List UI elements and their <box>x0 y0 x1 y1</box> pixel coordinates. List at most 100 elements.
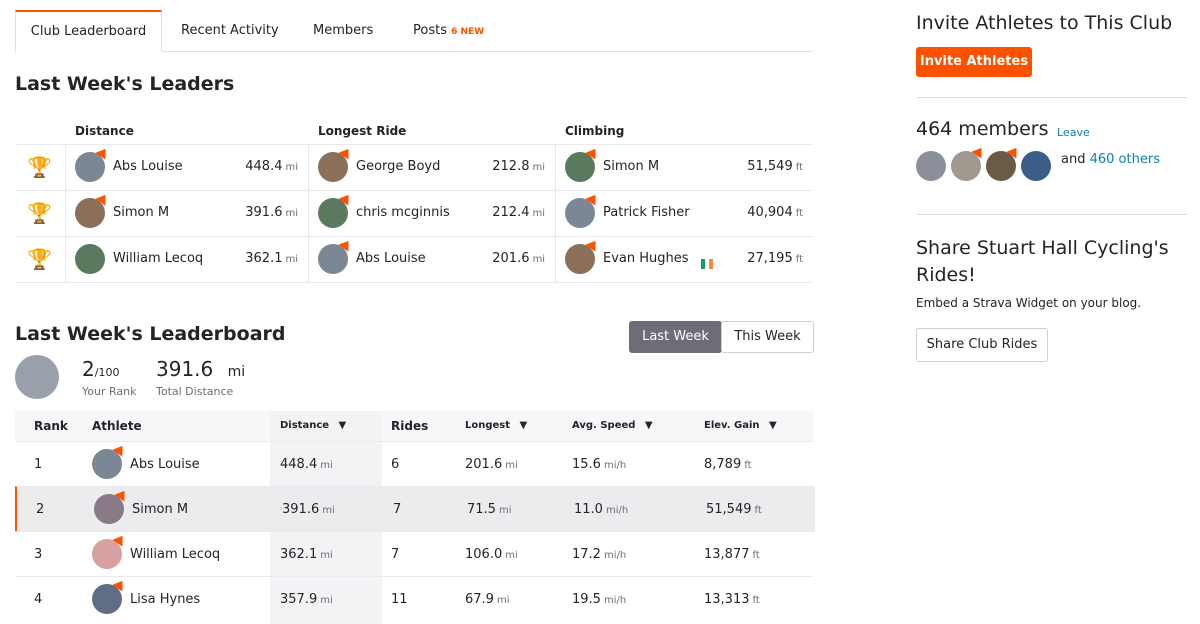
athlete-avatar[interactable] <box>565 237 601 274</box>
distance-cell: 448.4 mi <box>280 442 333 487</box>
athlete-name[interactable]: Lisa Hynes <box>130 577 200 622</box>
this-week-toggle[interactable]: This Week <box>721 321 814 353</box>
value-number: 106.0 <box>465 547 503 562</box>
share-club-rides-button[interactable]: Share Club Rides <box>916 328 1048 362</box>
speed-cell: 19.5 mi/h <box>572 577 626 622</box>
value-unit: mi <box>498 505 512 516</box>
rides-cell: 7 <box>393 487 401 532</box>
rides-cell: 11 <box>391 577 408 622</box>
header-elev-gain[interactable]: Elev. Gain ▼ <box>704 411 777 441</box>
value-unit: mi <box>285 254 298 265</box>
member-avatar[interactable] <box>1021 151 1051 181</box>
badge-icon <box>338 145 354 160</box>
rank-cell: 2 <box>36 502 45 517</box>
badge-icon <box>1006 144 1022 159</box>
athlete-avatar[interactable] <box>318 237 354 274</box>
divider <box>916 214 1188 215</box>
athlete-avatar[interactable] <box>92 577 128 614</box>
member-avatar[interactable] <box>951 144 987 181</box>
value-number: 8,789 <box>704 457 742 472</box>
value-unit: mi <box>320 460 333 471</box>
and-text: and <box>1061 152 1086 167</box>
tab-posts[interactable]: Posts 6 NEW <box>413 11 484 51</box>
badge-icon <box>114 487 130 502</box>
athlete-name[interactable]: Simon M <box>603 159 659 174</box>
athlete-avatar[interactable] <box>94 487 130 524</box>
column-distance: Distance <box>75 124 134 138</box>
header-distance[interactable]: Distance ▼ <box>280 411 346 441</box>
table-row[interactable]: 2 Simon M 391.6 mi 7 71.5 mi 11.0 mi/h 51,549 ft <box>15 486 815 532</box>
my-avatar[interactable] <box>15 355 59 399</box>
value-unit: mi <box>285 162 298 173</box>
invite-athletes-button[interactable]: Invite Athletes <box>916 47 1032 77</box>
athlete-avatar[interactable] <box>75 191 111 228</box>
speed-cell: 11.0 mi/h <box>574 487 628 532</box>
tab-club-leaderboard[interactable]: Club Leaderboard <box>15 10 162 52</box>
value-number: 201.6 <box>492 251 530 266</box>
header-longest-label: Longest <box>465 420 511 431</box>
athlete-avatar[interactable] <box>318 191 354 228</box>
table-row[interactable]: 4 Lisa Hynes 357.9 mi 11 67.9 mi 19.5 mi/h 13,313… <box>15 576 813 622</box>
badge-icon <box>95 145 111 160</box>
rank-cell: 1 <box>34 457 43 472</box>
last-week-toggle[interactable]: Last Week <box>629 321 722 353</box>
value-number: 201.6 <box>465 457 503 472</box>
value-number: 448.4 <box>280 457 318 472</box>
new-posts-badge: 6 NEW <box>451 27 485 37</box>
table-row[interactable]: 3 William Lecoq 362.1 mi 7 106.0 mi 17.2 mi/h 13,… <box>15 531 813 577</box>
others-link[interactable]: 460 others <box>1090 152 1160 167</box>
athlete-name[interactable]: William Lecoq <box>130 532 220 577</box>
athlete-name[interactable]: Evan Hughes <box>603 251 689 266</box>
invite-title: Invite Athletes to This Club <box>916 12 1173 34</box>
athlete-avatar[interactable] <box>565 145 601 182</box>
my-rank-total: /100 <box>94 366 120 379</box>
athlete-avatar[interactable] <box>92 442 128 479</box>
tab-members[interactable]: Members <box>313 11 373 51</box>
athlete-avatar[interactable] <box>92 532 128 569</box>
athlete-name[interactable]: George Boyd <box>356 159 440 174</box>
tab-recent-activity[interactable]: Recent Activity <box>181 11 279 51</box>
trophy-icon: 🏆 <box>27 201 52 225</box>
athlete-name[interactable]: William Lecoq <box>113 251 203 266</box>
value-number: 27,195 <box>747 251 793 266</box>
athlete-name[interactable]: Simon M <box>132 487 188 532</box>
value-number: 212.4 <box>492 205 530 220</box>
sort-icon: ▼ <box>644 420 653 431</box>
athlete-name[interactable]: Abs Louise <box>113 159 183 174</box>
athlete-name[interactable]: Abs Louise <box>130 442 200 487</box>
leader-value: 391.6 mi <box>245 205 298 220</box>
distance-cell: 362.1 mi <box>280 532 333 577</box>
sort-icon: ▼ <box>769 420 777 431</box>
tab-label: Members <box>313 23 374 38</box>
leave-link[interactable]: Leave <box>1057 126 1090 139</box>
my-distance-label: Total Distance <box>156 385 234 398</box>
tab-label: Posts <box>413 23 447 38</box>
athlete-name[interactable]: chris mcginnis <box>356 205 450 220</box>
value-number: 71.5 <box>467 502 496 517</box>
header-rides[interactable]: Rides <box>391 411 428 441</box>
athlete-avatar[interactable] <box>75 145 111 182</box>
rank-cell: 3 <box>34 547 43 562</box>
member-avatar[interactable] <box>986 144 1022 181</box>
speed-cell: 15.6 mi/h <box>572 442 626 487</box>
header-longest[interactable]: Longest ▼ <box>465 411 527 441</box>
athlete-name[interactable]: Simon M <box>113 205 169 220</box>
sort-icon: ▼ <box>338 420 347 431</box>
value-number: 19.5 <box>572 592 601 607</box>
value-number: 7 <box>391 547 400 562</box>
leader-value: 212.8 mi <box>492 159 545 174</box>
header-avg-speed[interactable]: Avg. Speed ▼ <box>572 411 653 441</box>
athlete-name[interactable]: Abs Louise <box>356 251 426 266</box>
value-number: 11.0 <box>574 502 603 517</box>
my-distance-unit: mi <box>227 364 246 380</box>
members-count: 464 members <box>916 118 1049 140</box>
athlete-avatar[interactable] <box>318 145 354 182</box>
athlete-name[interactable]: Patrick Fisher <box>603 205 690 220</box>
badge-icon <box>95 191 111 206</box>
column-divider <box>65 237 66 282</box>
table-row[interactable]: 1 Abs Louise 448.4 mi 6 201.6 mi 15.6 mi/h 8,789 f… <box>15 441 813 487</box>
member-avatar[interactable] <box>916 151 946 181</box>
athlete-avatar[interactable] <box>565 191 601 228</box>
athlete-avatar[interactable] <box>75 244 105 274</box>
column-longest-ride: Longest Ride <box>318 124 407 138</box>
